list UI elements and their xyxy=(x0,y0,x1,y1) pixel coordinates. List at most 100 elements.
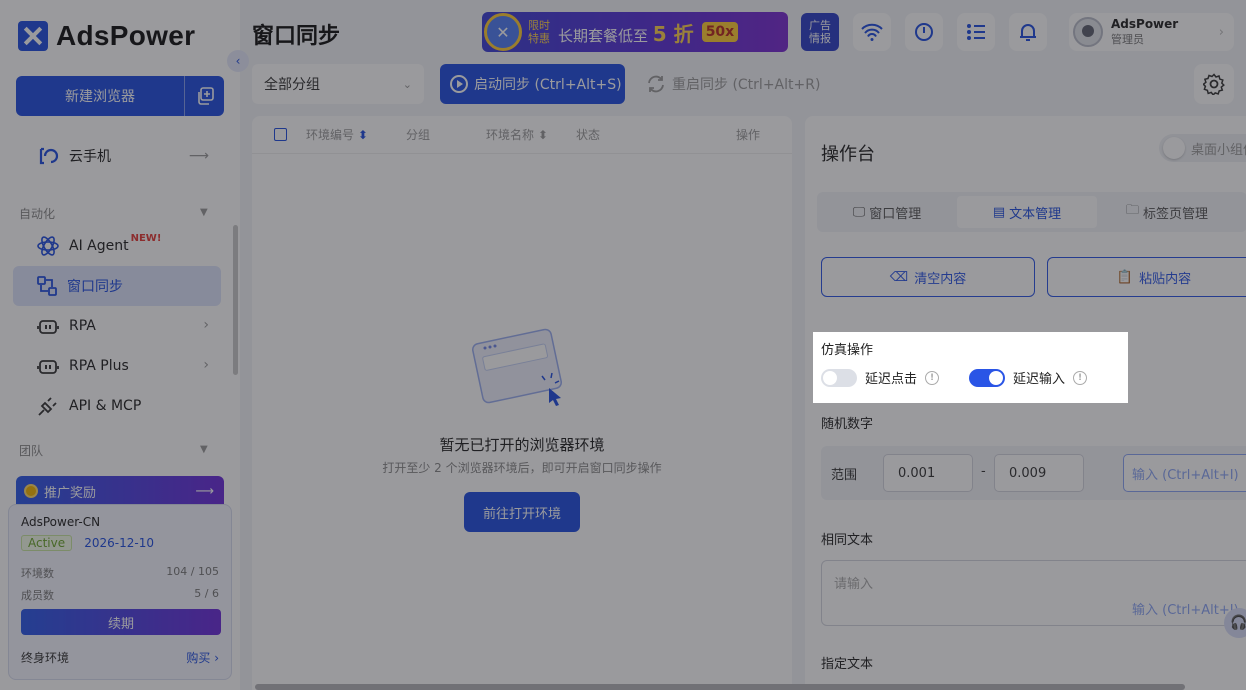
window-sync-icon xyxy=(37,276,57,296)
network-button[interactable] xyxy=(853,13,891,51)
account-name: AdsPower-CN xyxy=(21,515,101,529)
sidebar-item-api-mcp[interactable]: API & MCP xyxy=(13,386,221,426)
robot-icon xyxy=(37,320,59,334)
app-logo[interactable]: AdsPower xyxy=(18,20,195,52)
floating-support-button[interactable]: 🎧 xyxy=(1224,608,1246,638)
info-icon[interactable]: ! xyxy=(925,370,940,385)
horizontal-scrollbar[interactable] xyxy=(255,684,1185,690)
ad-main-text: 长期套餐低至 5 折 xyxy=(558,21,694,46)
sync-status-button[interactable] xyxy=(905,13,943,51)
sidebar-item-label: RPA xyxy=(69,318,96,334)
random-input-button[interactable]: 输入 (Ctrl+Alt+I) xyxy=(1123,454,1246,492)
clear-content-button[interactable]: ⌫ 清空内容 xyxy=(821,257,1035,297)
goto-open-env-button[interactable]: 前往打开环境 xyxy=(464,492,580,532)
tab-tab-management[interactable]: 🗀 标签页管理 xyxy=(1097,196,1237,228)
new-browser-button[interactable]: 新建浏览器 xyxy=(16,86,184,106)
range-max-input[interactable]: 0.009 xyxy=(994,454,1084,492)
section-collapse-icon[interactable]: ▼ xyxy=(200,207,208,218)
range-label: 范围 xyxy=(831,468,858,483)
info-icon[interactable]: ! xyxy=(1073,370,1088,385)
sidebar-scrollbar[interactable] xyxy=(233,225,238,375)
plug-icon xyxy=(38,397,57,416)
range-min-input[interactable]: 0.001 xyxy=(883,454,973,492)
range-separator: - xyxy=(981,464,986,479)
promo-mascot-icon: ✕ xyxy=(484,13,522,51)
bell-icon xyxy=(1020,24,1036,41)
same-text-placeholder: 请输入 xyxy=(834,577,874,592)
section-team: 团队 xyxy=(19,444,44,458)
collapse-sidebar-button[interactable]: ‹ xyxy=(227,50,249,72)
sidebar-item-label: RPA Plus xyxy=(69,358,129,374)
promo-label: 推广奖励 xyxy=(44,485,97,501)
eraser-icon: ⌫ xyxy=(889,269,909,285)
delay-input-label: 延迟输入 xyxy=(1013,372,1066,387)
notifications-button[interactable] xyxy=(1009,13,1047,51)
buy-link[interactable]: 购买 › xyxy=(186,649,219,666)
headset-icon: 🎧 xyxy=(1230,615,1246,631)
sidebar-item-cloud-phone[interactable]: 云手机 ⟶ xyxy=(13,136,221,176)
same-text-input-button[interactable]: 输入 (Ctrl+Alt+I) xyxy=(1132,599,1239,618)
expiry-date: 2026-12-10 xyxy=(84,536,155,550)
promo-reward-bar[interactable]: 推广奖励 ⟶ xyxy=(16,476,224,506)
task-list-button[interactable] xyxy=(957,13,995,51)
empty-state-subtitle: 打开至少 2 个浏览器环境后，即可开启窗口同步操作 xyxy=(382,461,662,475)
toggle-knob xyxy=(1163,137,1185,159)
settings-button[interactable] xyxy=(1194,64,1234,104)
start-sync-button[interactable]: 启动同步 (Ctrl+Alt+S) xyxy=(440,64,625,104)
robot-plus-icon xyxy=(37,360,59,374)
monitor-icon: 🖵 xyxy=(852,204,866,220)
desktop-widget-toggle[interactable]: 桌面小组件 xyxy=(1159,134,1246,162)
tab-label: 文本管理 xyxy=(1009,206,1062,222)
sort-icon: ⬍ xyxy=(357,128,368,142)
logo-text: AdsPower xyxy=(56,20,196,51)
empty-browser-illustration xyxy=(472,328,562,406)
simulation-options: 延迟点击 ! 延迟输入 ! xyxy=(821,368,1088,387)
member-count-row: 成员数 5 / 6 xyxy=(21,587,219,603)
sidebar-item-window-sync[interactable]: 窗口同步 xyxy=(13,266,221,306)
ad-intel-button[interactable]: 广告 情报 xyxy=(801,13,839,51)
console-title: 操作台 xyxy=(821,144,875,165)
group-select[interactable]: 全部分组 ⌄ xyxy=(252,64,424,104)
new-badge: NEW! xyxy=(130,232,162,244)
cloud-phone-icon xyxy=(39,147,59,165)
tab-text-management[interactable]: ▤ 文本管理 xyxy=(957,196,1097,228)
sidebar-item-ai-agent[interactable]: AI Agent NEW! xyxy=(13,226,221,266)
same-text-textarea[interactable]: 请输入 输入 (Ctrl+Alt+I) xyxy=(821,560,1246,626)
tab-window-management[interactable]: 🖵 窗口管理 xyxy=(817,196,957,228)
col-status: 状态 xyxy=(576,128,601,142)
sort-icon: ⬍ xyxy=(537,128,548,142)
sidebar-item-rpa-plus[interactable]: RPA Plus › xyxy=(13,346,221,386)
start-sync-label: 启动同步 (Ctrl+Alt+S) xyxy=(474,77,622,93)
batch-add-button[interactable] xyxy=(184,76,224,116)
col-actions: 操作 xyxy=(736,128,761,142)
delay-click-toggle[interactable] xyxy=(821,368,857,387)
group-select-value: 全部分组 xyxy=(264,77,320,93)
renew-button[interactable]: 续期 xyxy=(21,609,221,635)
limited-offer-text: 限时 特惠 xyxy=(528,19,550,45)
random-range-row: 范围 0.001 - 0.009 输入 (Ctrl+Alt+I) xyxy=(821,446,1246,500)
lifetime-row: 终身环境 购买 › xyxy=(21,649,219,666)
env-table-panel: 环境编号 ⬍ 分组 环境名称 ⬍ 状态 操作 暂无已打开的浏览器环境 打开至少 … xyxy=(252,116,792,690)
env-count-label: 环境数 xyxy=(21,567,54,580)
section-collapse-icon[interactable]: ▼ xyxy=(200,444,208,455)
user-menu[interactable]: AdsPower 管理员 › xyxy=(1069,13,1234,51)
desktop-widget-label: 桌面小组件 xyxy=(1191,142,1246,158)
page-title: 窗口同步 xyxy=(252,24,341,49)
col-env-name[interactable]: 环境名称 ⬍ xyxy=(486,126,548,143)
account-card: AdsPower-CN Active 2026-12-10 环境数 104 / … xyxy=(8,504,232,680)
select-all-checkbox[interactable] xyxy=(274,128,287,141)
list-icon xyxy=(967,24,985,40)
paste-content-button[interactable]: 📋 粘贴内容 xyxy=(1047,257,1246,297)
sidebar-item-rpa[interactable]: RPA › xyxy=(13,306,221,346)
ad-banner[interactable]: ✕ 限时 特惠 长期套餐低至 5 折 50x xyxy=(482,12,788,52)
user-role: 管理员 xyxy=(1111,33,1144,46)
paste-content-label: 粘贴内容 xyxy=(1139,271,1192,287)
restart-sync-label: 重启同步 (Ctrl+Alt+R) xyxy=(672,77,821,93)
wifi-icon xyxy=(861,23,883,41)
col-env-id[interactable]: 环境编号 ⬍ xyxy=(306,126,368,143)
document-icon: ▤ xyxy=(992,204,1006,220)
env-count-value: 104 / 105 xyxy=(166,565,219,578)
sidebar-item-label: 云手机 xyxy=(69,149,111,165)
restart-sync-button[interactable]: 重启同步 (Ctrl+Alt+R) xyxy=(646,64,820,104)
delay-input-toggle[interactable] xyxy=(969,368,1006,387)
